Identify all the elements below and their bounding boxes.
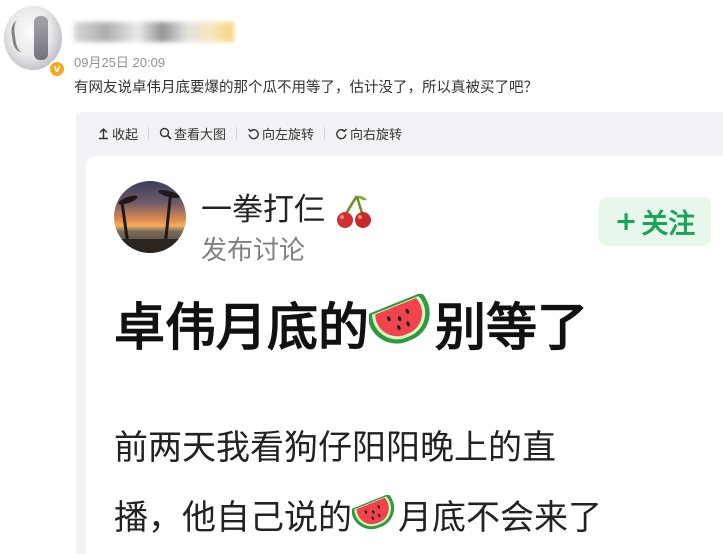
image-toolbar: 收起 查看大图 向左旋转 向右旋转 bbox=[97, 122, 402, 144]
arrow-up-icon bbox=[99, 127, 108, 139]
toolbar-divider bbox=[324, 127, 326, 139]
follow-button: + 关注 bbox=[599, 197, 711, 246]
headline-part-1: 卓伟月底的 bbox=[114, 299, 370, 358]
post-image[interactable]: 一拳打仨 发布讨论 + 关注 卓伟月底的 别等了 前两天我看狗仔阳阳晚上的直 播… bbox=[86, 156, 723, 554]
verified-badge-icon: v bbox=[48, 60, 66, 78]
screenshot-body-line-2: 播，他自己说的 月底不会来了 bbox=[114, 490, 602, 539]
body-line-2-part-1: 播，他自己说的 bbox=[114, 498, 352, 538]
rotate-right-button[interactable]: 向右旋转 bbox=[335, 124, 402, 143]
rotate-left-button[interactable]: 向左旋转 bbox=[247, 124, 314, 143]
body-line-2-part-2: 月底不会来了 bbox=[398, 498, 602, 538]
headline-part-2: 别等了 bbox=[435, 299, 589, 358]
rotate-right-icon bbox=[336, 128, 348, 139]
view-large-label: 查看大图 bbox=[174, 127, 227, 143]
follow-label: 关注 bbox=[641, 209, 696, 240]
screenshot-author-avatar bbox=[114, 181, 186, 253]
user-avatar[interactable]: v bbox=[4, 6, 66, 78]
rotate-left-label: 向左旋转 bbox=[262, 127, 315, 143]
rotate-left-icon bbox=[248, 128, 259, 139]
screenshot-body-line-1: 前两天我看狗仔阳阳晚上的直 bbox=[114, 428, 556, 468]
post-timestamp[interactable]: 09月25日 20:09 bbox=[74, 52, 165, 71]
toolbar-divider bbox=[236, 127, 238, 139]
cherries-icon bbox=[336, 194, 371, 228]
view-large-button[interactable]: 查看大图 bbox=[159, 124, 226, 143]
watermelon-icon bbox=[352, 494, 395, 529]
rotate-right-label: 向右旋转 bbox=[350, 127, 403, 143]
screenshot-author-subtitle: 发布讨论 bbox=[201, 236, 306, 266]
author-name-text: 一拳打仨 bbox=[201, 192, 325, 228]
plus-icon: + bbox=[614, 206, 638, 237]
post-text: 有网友说卓伟月底要爆的那个瓜不用等了，估计没了，所以真被买了吧？ bbox=[74, 80, 538, 96]
username-blurred[interactable] bbox=[74, 22, 234, 42]
magnifier-icon bbox=[159, 127, 172, 140]
collapse-label: 收起 bbox=[112, 127, 139, 143]
watermelon-icon bbox=[369, 294, 430, 344]
screenshot-author-name: 一拳打仨 bbox=[201, 184, 375, 230]
screenshot-headline: 卓伟月底的 别等了 bbox=[114, 286, 588, 360]
collapse-button[interactable]: 收起 bbox=[97, 124, 138, 143]
toolbar-divider bbox=[148, 127, 150, 139]
